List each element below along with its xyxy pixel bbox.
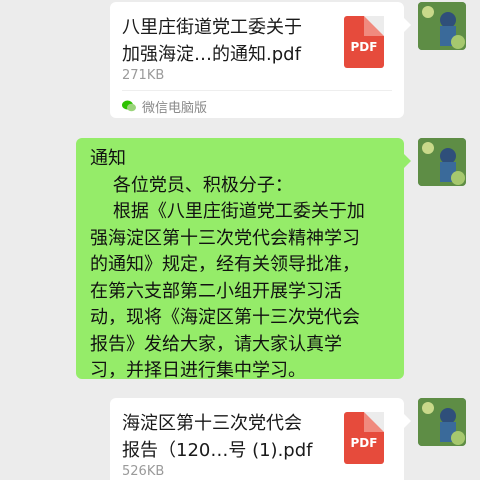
source-label: 微信电脑版	[142, 100, 208, 116]
wechat-icon	[122, 100, 136, 112]
avatar-photo-icon	[418, 398, 466, 446]
avatar-photo-icon	[418, 138, 466, 186]
file-message-card[interactable]: 海淀区第十三次党代会 报告（120…号 (1).pdf 526KB PDF	[110, 398, 404, 480]
pdf-file-icon: PDF	[344, 16, 384, 68]
file-size: 526KB	[122, 464, 165, 479]
bubble-tail	[404, 154, 411, 168]
avatar-photo-icon	[418, 2, 466, 50]
sender-avatar[interactable]	[418, 398, 466, 446]
bubble-tail	[404, 414, 411, 428]
bubble-tail	[404, 18, 411, 32]
message-text: 通知 各位党员、积极分子： 根据《八里庄街道党工委关于加 强海淀区第十三次党代会…	[90, 148, 365, 381]
sender-avatar[interactable]	[418, 138, 466, 186]
sender-avatar[interactable]	[418, 2, 466, 50]
file-size: 271KB	[122, 68, 165, 83]
file-message-card[interactable]: 八里庄街道党工委关于 加强海淀…的通知.pdf 271KB PDF 微信电脑版	[110, 2, 404, 118]
source-row: 微信电脑版	[122, 96, 207, 116]
file-name: 海淀区第十三次党代会 报告（120…号 (1).pdf	[122, 413, 313, 461]
file-name: 八里庄街道党工委关于 加强海淀…的通知.pdf	[122, 17, 302, 65]
pdf-file-icon: PDF	[344, 412, 384, 464]
divider	[122, 90, 392, 91]
text-message-bubble[interactable]: 通知 各位党员、积极分子： 根据《八里庄街道党工委关于加 强海淀区第十三次党代会…	[76, 138, 404, 381]
